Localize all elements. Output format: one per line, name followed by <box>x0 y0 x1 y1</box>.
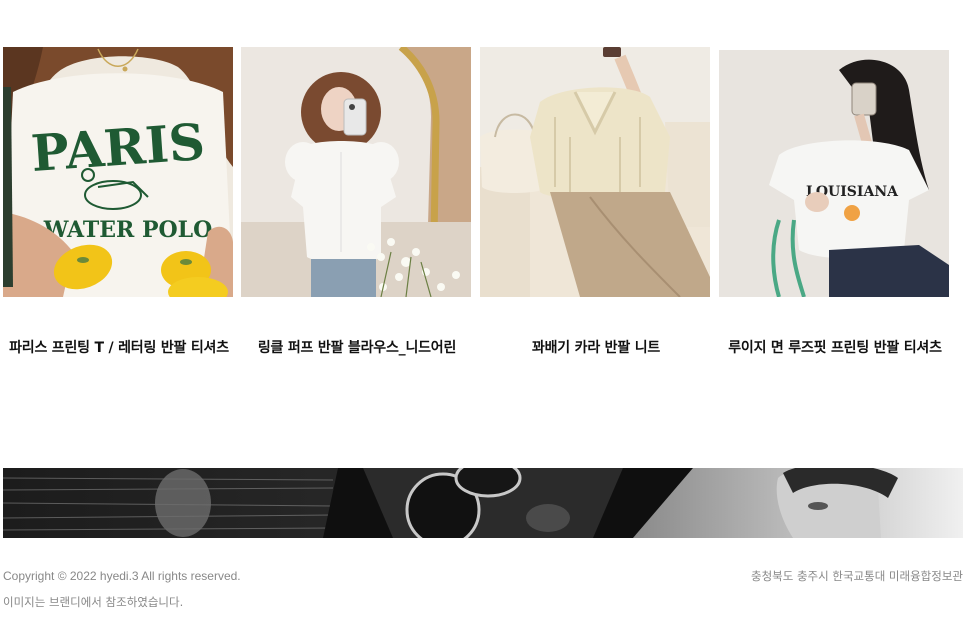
paris-print-text: PARIS <box>29 112 207 183</box>
product-card[interactable]: 꽈배기 카라 반팔 니트 <box>480 47 712 358</box>
copyright-text: Copyright © 2022 hyedi.3 All rights rese… <box>3 569 241 583</box>
image-source-note: 이미지는 브랜디에서 참조하였습니다. <box>3 595 184 609</box>
product-title[interactable]: 루이지 면 루즈핏 프린팅 반팔 티셔츠 <box>717 339 953 358</box>
product-image-louisiana-tee[interactable]: LOUISIANA <box>719 50 949 297</box>
address-text: 충청북도 충주시 한국교통대 미래융합정보관 <box>751 569 963 583</box>
product-title[interactable]: 파리스 프린팅 T / 레터링 반팔 티셔츠 <box>1 339 237 358</box>
product-image-knit-collar[interactable] <box>480 47 710 297</box>
product-card[interactable]: LOUISIANA 루이지 면 루즈핏 프린팅 반팔 티셔츠 <box>719 47 951 358</box>
brand-banner-image <box>3 468 963 538</box>
product-title[interactable]: 꽈배기 카라 반팔 니트 <box>478 339 714 358</box>
product-image-puff-blouse[interactable] <box>241 47 471 297</box>
product-card[interactable]: PARIS WATER POLO 파리스 프린팅 T / 레터링 반팔 티셔츠 <box>3 47 235 358</box>
product-image-paris-tee[interactable]: PARIS WATER POLO <box>3 47 233 297</box>
product-grid: PARIS WATER POLO 파리스 프린팅 T / 레터링 반팔 티셔츠 <box>3 47 953 387</box>
product-card[interactable]: 링클 퍼프 반팔 블라우스_니드어린 <box>241 47 473 358</box>
water-polo-print-text: WATER POLO <box>43 217 213 243</box>
product-title[interactable]: 링클 퍼프 반팔 블라우스_니드어린 <box>239 339 475 358</box>
